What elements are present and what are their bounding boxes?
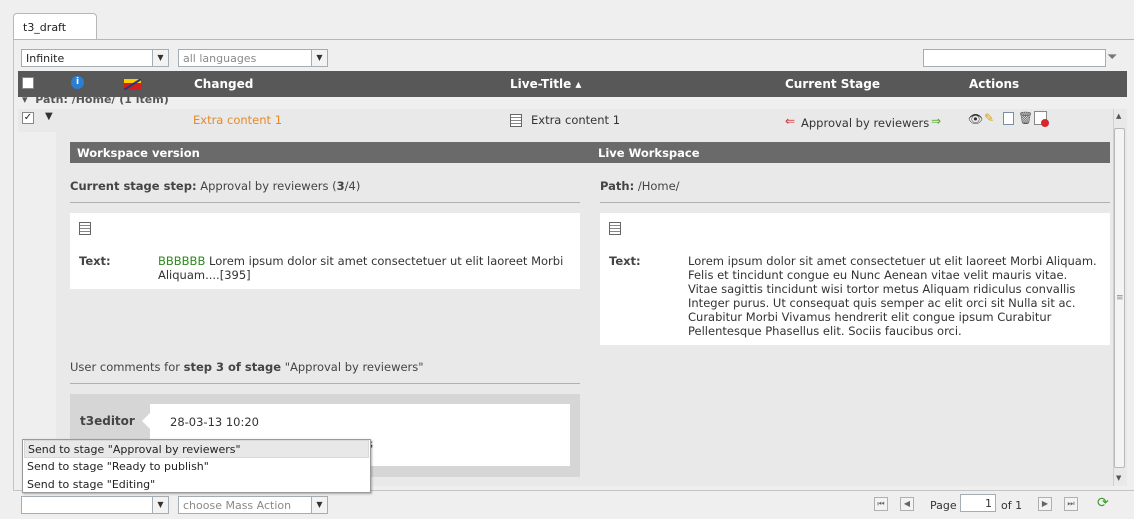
- column-current-stage[interactable]: Current Stage: [785, 77, 880, 91]
- page-number-input[interactable]: 1: [960, 494, 996, 512]
- scrollbar-grip-icon: ≡: [1116, 293, 1124, 303]
- discard-trash-icon[interactable]: 🗑: [1018, 111, 1033, 125]
- tab-strip: [0, 0, 1134, 40]
- column-live-title[interactable]: Live-Title ▴: [510, 77, 581, 91]
- stage-step-line: Current stage step: Approval by reviewer…: [70, 179, 361, 193]
- inserted-text: BBBBBB: [158, 254, 206, 268]
- content-element-icon: [79, 222, 91, 235]
- history-clock-badge: [1041, 119, 1049, 127]
- expand-toggle-icon[interactable]: ▼: [45, 111, 53, 122]
- depth-select-value: Infinite: [26, 52, 65, 65]
- chevron-down-icon: ▼: [152, 50, 168, 66]
- menu-item-ready-to-publish[interactable]: Send to stage "Ready to publish": [24, 458, 369, 476]
- group-row: ▾ Path: /Home/ (1 item): [18, 97, 1127, 109]
- next-page-icon[interactable]: ▶: [1038, 497, 1052, 511]
- workspace-version-header: Workspace version: [70, 142, 595, 163]
- stage-action-select[interactable]: ▼: [21, 496, 169, 514]
- menu-item-approval[interactable]: Send to stage "Approval by reviewers": [24, 440, 369, 458]
- mass-action-placeholder: choose Mass Action: [183, 499, 292, 512]
- content-element-icon: [609, 222, 621, 235]
- live-workspace-header: Live Workspace: [591, 142, 1110, 163]
- language-select[interactable]: all languages ▼: [178, 49, 328, 67]
- workspace-text: BBBBBB Lorem ipsum dolor sit amet consec…: [158, 254, 564, 282]
- scroll-down-icon[interactable]: ▼: [1116, 474, 1121, 482]
- search-input[interactable]: [923, 49, 1106, 67]
- refresh-icon[interactable]: ⟳: [1097, 495, 1109, 511]
- text-field-label: Text:: [79, 254, 111, 268]
- prev-page-icon[interactable]: ◀: [900, 497, 914, 511]
- last-page-icon[interactable]: ⏭: [1064, 497, 1078, 511]
- menu-item-editing[interactable]: Send to stage "Editing": [24, 476, 369, 494]
- scroll-up-icon[interactable]: ▲: [1116, 112, 1121, 120]
- prev-stage-arrow-icon[interactable]: ⇐: [785, 114, 795, 128]
- divider: [70, 202, 580, 203]
- comments-heading: User comments for step 3 of stage "Appro…: [70, 360, 424, 374]
- edit-pencil-icon[interactable]: ✎: [984, 111, 994, 125]
- path-line: Path: /Home/: [600, 179, 680, 193]
- chevron-down-icon: ▼: [311, 497, 327, 513]
- info-icon[interactable]: i: [71, 76, 84, 89]
- column-changed[interactable]: Changed: [194, 77, 253, 91]
- view-document-icon[interactable]: [1003, 112, 1014, 125]
- stage-dropdown-menu: Send to stage "Approval by reviewers" Se…: [22, 439, 371, 493]
- comment-pointer: [142, 413, 150, 429]
- chevron-down-icon: ▼: [152, 497, 168, 513]
- content-element-icon: [510, 114, 522, 127]
- mass-action-select[interactable]: choose Mass Action ▼: [178, 496, 328, 514]
- row-checkbox[interactable]: ✓: [22, 112, 34, 124]
- page-label: Page: [930, 499, 957, 512]
- grid-header: i Changed Live-Title ▴ Current Stage Act…: [18, 71, 1127, 97]
- history-icon[interactable]: [1034, 111, 1049, 127]
- preview-eye-icon[interactable]: 👁: [968, 112, 983, 126]
- depth-select[interactable]: Infinite ▼: [21, 49, 169, 67]
- language-select-value: all languages: [183, 52, 257, 65]
- language-flag-icon[interactable]: [123, 78, 142, 91]
- changed-link[interactable]: Extra content 1: [193, 113, 282, 127]
- tab-t3-draft[interactable]: t3_draft: [13, 13, 97, 40]
- filter-icon[interactable]: ⏷: [1107, 49, 1122, 67]
- column-actions[interactable]: Actions: [969, 77, 1019, 91]
- chevron-down-icon: ▼: [311, 50, 327, 66]
- live-text: Lorem ipsum dolor sit amet consectetuer …: [688, 254, 1097, 338]
- divider: [70, 383, 580, 384]
- page-count: of 1: [1001, 499, 1023, 512]
- next-stage-arrow-icon[interactable]: ⇒: [931, 114, 941, 128]
- first-page-icon[interactable]: ⏮: [874, 497, 888, 511]
- current-stage-text: Approval by reviewers: [801, 116, 930, 130]
- group-label: ▾ Path: /Home/ (1 item): [22, 97, 169, 106]
- comment-date: 28-03-13 10:20: [170, 415, 259, 429]
- live-title-text: Extra content 1: [531, 113, 621, 127]
- text-field-label: Text:: [609, 254, 641, 268]
- divider: [600, 202, 1110, 203]
- comment-author: t3editor: [80, 414, 135, 428]
- select-all-checkbox[interactable]: [22, 77, 34, 89]
